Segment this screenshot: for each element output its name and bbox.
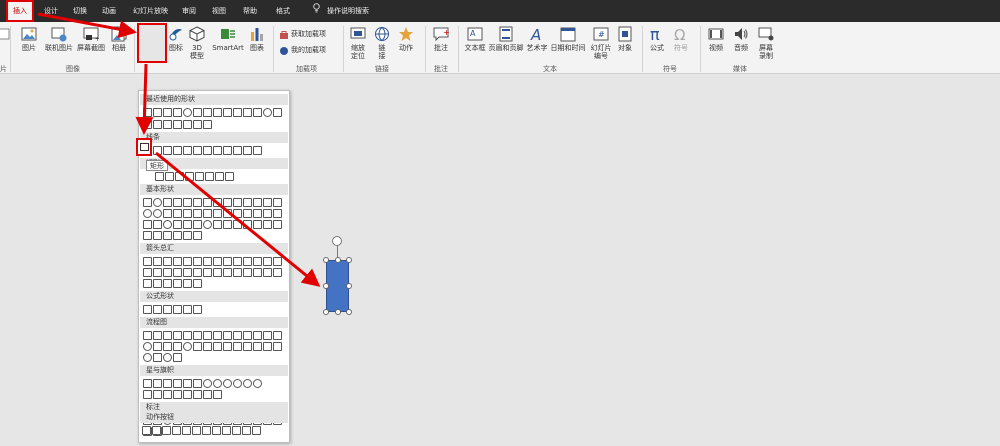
annotation-arrows — [37, 12, 321, 287]
arrow-tab-to-shapes — [37, 12, 137, 39]
arrow-shapes-to-rect — [135, 63, 154, 135]
arrow-rect-to-canvas — [155, 151, 321, 287]
